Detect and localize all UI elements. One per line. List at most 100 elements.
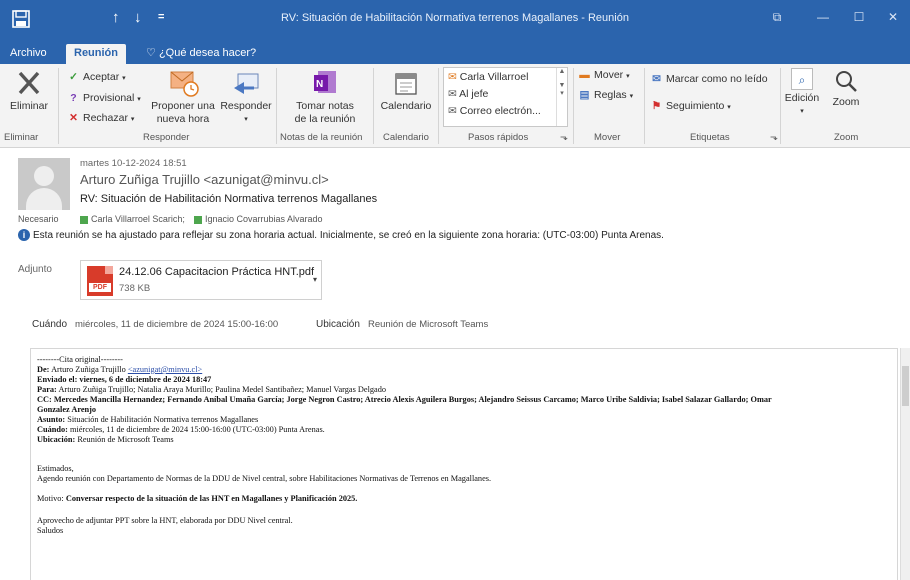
info-icon: i <box>18 229 30 241</box>
tell-me-search[interactable]: ♡ ¿Qué desea hacer? <box>138 44 264 64</box>
greeting-line: Estimados, <box>37 464 74 473</box>
search-icon: ⌕ <box>791 68 813 90</box>
propose-label-line2: nueva hora <box>156 113 210 125</box>
tell-me-label: ¿Qué desea hacer? <box>158 47 257 59</box>
delete-button[interactable]: Eliminar <box>4 68 54 113</box>
group-label-pasos: Pasos rápidos <box>468 132 529 143</box>
avatar <box>18 158 70 210</box>
attendee-carla[interactable]: Carla Villarroel Scarich; <box>80 214 185 224</box>
message-body[interactable]: --------Cita original-------- De: Arturo… <box>30 348 898 580</box>
editing-button[interactable]: ⌕ Edición ▾ <box>782 68 822 118</box>
move-button[interactable]: ▬ Mover ▾ <box>578 68 630 84</box>
from-line: De: Arturo Zuñiga Trujillo <azunigat@min… <box>37 365 203 374</box>
rules-icon: ▤ <box>579 89 590 101</box>
chevron-down-icon: ▾ <box>122 75 126 82</box>
chevron-down-icon: ▾ <box>626 73 630 80</box>
reply-arrow-icon <box>234 73 259 94</box>
tentative-button[interactable]: ? Provisional ▾ <box>67 91 141 107</box>
calendar-icon <box>395 73 417 95</box>
tab-reunion[interactable]: Reunión <box>66 44 126 64</box>
attachment-dropdown-icon[interactable]: ▾ <box>313 275 317 284</box>
question-icon: ? <box>70 92 77 104</box>
close-button[interactable]: ✕ <box>876 6 910 30</box>
decline-button[interactable]: ✕ Rechazar ▾ <box>67 111 134 127</box>
group-label-zoom: Zoom <box>834 132 859 143</box>
quick-steps-launcher-icon[interactable]: ⬎ <box>560 132 568 143</box>
group-separator <box>58 68 59 144</box>
rules-button[interactable]: ▤ Reglas ▾ <box>578 88 634 104</box>
follow-up-button[interactable]: ⚑ Seguimiento ▾ <box>650 99 731 115</box>
magnifier-icon <box>836 71 857 92</box>
cc-line-cont: Gonzalez Arenjo <box>37 405 97 414</box>
decline-x-icon: ✕ <box>69 112 78 124</box>
sent-line: Enviado el: viernes, 6 de diciembre de 2… <box>37 375 212 384</box>
chevron-down-icon: ▾ <box>800 108 804 115</box>
closing-line: Saludos <box>37 526 64 535</box>
required-label: Necesario <box>18 214 59 224</box>
maximize-button[interactable]: ☐ <box>842 6 876 30</box>
reply-label: Responder <box>220 100 272 112</box>
minimize-button[interactable]: — <box>806 6 840 30</box>
accept-label: Aceptar <box>83 71 120 83</box>
avatar-head <box>34 166 54 186</box>
ribbon-display-button[interactable]: ⧉ <box>760 6 794 30</box>
zoom-button[interactable]: Zoom <box>826 68 866 109</box>
quick-step-label: Correo electrón... <box>459 105 541 117</box>
timezone-info-text: Esta reunión se ha ajustado para refleja… <box>33 230 664 241</box>
title-bar: ↑ ↓ = RV: Situación de Habilitación Norm… <box>0 0 910 40</box>
decline-label: Rechazar <box>83 112 128 124</box>
rules-label: Reglas <box>594 89 627 101</box>
delete-x-icon <box>18 71 40 95</box>
tab-archivo[interactable]: Archivo <box>2 44 55 64</box>
when-label: Cuándo <box>32 319 68 330</box>
to-line: Para: Arturo Zuñiga Trujillo; Natalia Ar… <box>37 385 387 394</box>
attendee-name: Carla Villarroel Scarich; <box>91 214 185 224</box>
group-label-eliminar: Eliminar <box>4 132 39 143</box>
chevron-down-icon: ▾ <box>244 116 248 123</box>
sender-email-link[interactable]: <azunigat@minvu.cl> <box>128 365 202 374</box>
mark-unread-label: Marcar como no leído <box>666 73 768 85</box>
body-scrollbar[interactable] <box>900 348 910 580</box>
attendee-status-icon <box>194 215 202 224</box>
group-separator <box>373 68 374 144</box>
quick-step-al-jefe[interactable]: ✉ Al jefe <box>448 88 488 100</box>
meeting-notes-button[interactable]: N Tomar notas de la reunión <box>282 68 368 126</box>
reply-button[interactable]: Responder ▾ <box>218 68 274 126</box>
attachment[interactable]: PDF 24.12.06 Capacitacion Práctica HNT.p… <box>80 260 322 300</box>
sender[interactable]: Arturo Zuñiga Trujillo <azunigat@minvu.c… <box>80 172 329 187</box>
subject: RV: Situación de Habilitación Normativa … <box>80 193 378 205</box>
tentative-label: Provisional <box>83 92 135 104</box>
attendee-ignacio[interactable]: Ignacio Covarrubias Alvarado <box>194 214 323 224</box>
timezone-info: i Esta reunión se ha ajustado para reflej… <box>18 229 664 241</box>
chevron-down-icon: ▾ <box>137 96 141 103</box>
group-label-calendario: Calendario <box>383 132 429 143</box>
where-label: Ubicación <box>316 319 360 330</box>
group-label-responder: Responder <box>143 132 190 143</box>
propose-new-time-button[interactable]: Proponer una nueva hora <box>148 68 218 126</box>
delete-label: Eliminar <box>10 100 48 112</box>
group-separator <box>438 68 439 144</box>
notes-label-line1: Tomar notas <box>296 100 354 112</box>
follow-up-label: Seguimiento <box>666 100 725 112</box>
quick-step-label: Carla Villarroel <box>459 71 529 83</box>
ribbon: Eliminar Eliminar ✓ Aceptar ▾ ? Provisiona… <box>0 64 910 148</box>
quick-steps-scroll[interactable]: ▲ ▼ ▾ <box>556 68 567 126</box>
scrollbar-thumb[interactable] <box>902 366 909 406</box>
group-label-etiquetas: Etiquetas <box>690 132 730 143</box>
quick-steps-gallery: ✉ Carla Villarroel ✉ Al jefe ✉ Correo el… <box>443 67 568 127</box>
sent-date: martes 10-12-2024 18:51 <box>80 158 187 169</box>
attendee-name: Ignacio Covarrubias Alvarado <box>205 214 323 224</box>
quick-step-carla[interactable]: ✉ Carla Villarroel <box>448 71 528 83</box>
avatar-body <box>26 188 62 210</box>
cc-line: CC: Mercedes Mancilla Hernandez; Fernand… <box>37 395 772 404</box>
quick-step-correo[interactable]: ✉ Correo electrón... <box>448 105 541 117</box>
accept-button[interactable]: ✓ Aceptar ▾ <box>67 70 126 86</box>
when-line: Cuándo: miércoles, 11 de diciembre de 20… <box>37 425 325 434</box>
email-icon: ✉ <box>448 105 457 117</box>
tags-launcher-icon[interactable]: ⬎ <box>770 132 778 143</box>
mark-unread-button[interactable]: ✉ Marcar como no leído <box>650 72 768 86</box>
motivo-line: Motivo: Conversar respecto de la situaci… <box>37 494 358 503</box>
calendar-button[interactable]: Calendario <box>376 68 436 113</box>
move-folder-icon: ▬ <box>579 69 590 81</box>
chevron-down-icon: ▾ <box>130 116 135 123</box>
